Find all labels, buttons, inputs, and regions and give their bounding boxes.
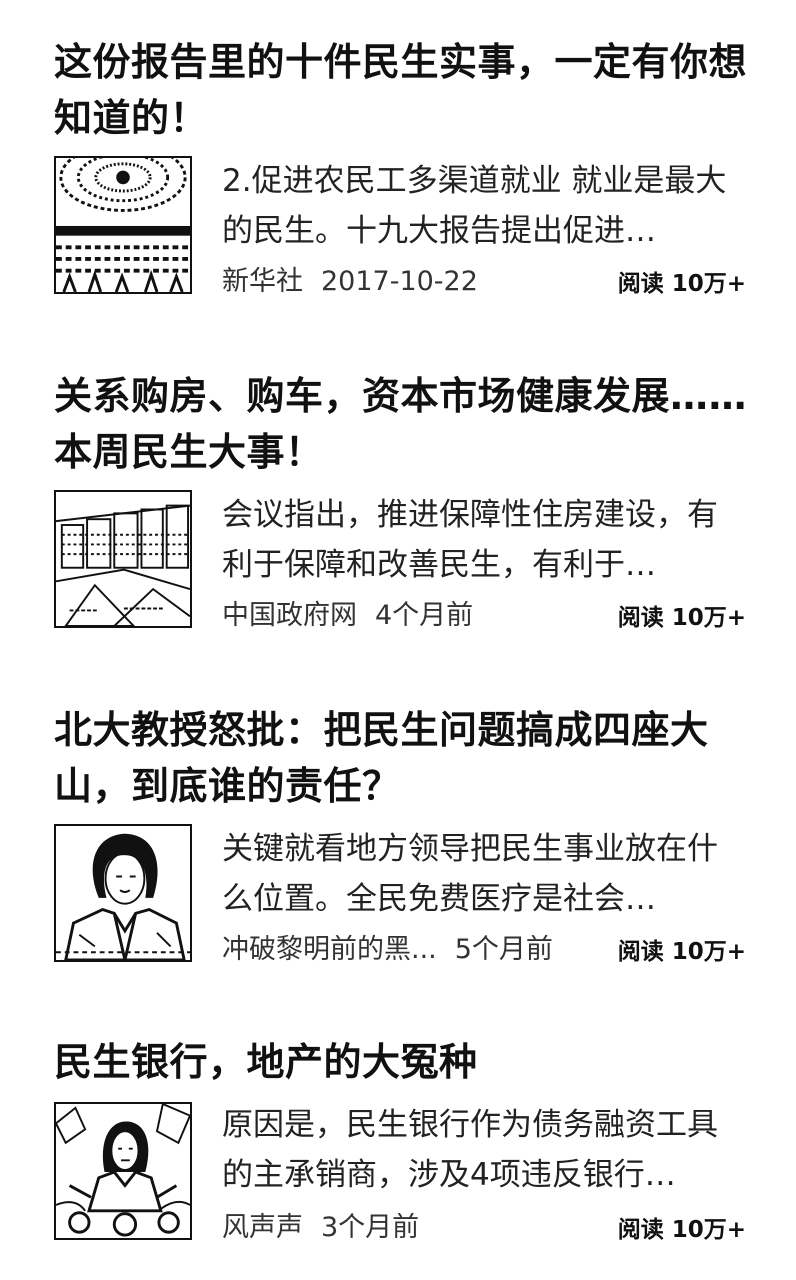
article-date: 3个月前 — [321, 1212, 420, 1243]
article-card[interactable]: 关系购房、购车，资本市场健康发展……本周民生大事！ 会议指出，推进保障性住房建设… — [0, 368, 796, 668]
read-label: 阅读 — [617, 605, 664, 631]
read-count: 阅读 10万+ — [618, 932, 746, 972]
read-number: 10万+ — [671, 271, 746, 297]
article-meta: 中国政府网 4个月前 阅读 10万+ — [222, 596, 746, 636]
article-title[interactable]: 北大教授怒批：把民生问题搞成四座大山，到底谁的责任？ — [54, 702, 754, 814]
article-card[interactable]: 北大教授怒批：把民生问题搞成四座大山，到底谁的责任？ 关键就看地方领导把民生事业… — [0, 702, 796, 1002]
article-source: 新华社 — [222, 266, 303, 297]
article-card[interactable]: 民生银行，地产的大冤种 原因是，民生银行作为债务融资工具的主承销商，涉及4项违反… — [0, 1034, 796, 1280]
read-count: 阅读 10万+ — [618, 1210, 746, 1250]
article-meta: 风声声 3个月前 阅读 10万+ — [222, 1208, 746, 1248]
article-feed: 这份报告里的十件民生实事，一定有你想知道的！ 2.促进农民工多渠道就业 就业是最… — [0, 0, 796, 1280]
read-label: 阅读 — [617, 271, 664, 297]
article-title[interactable]: 关系购房、购车，资本市场健康发展……本周民生大事！ — [54, 368, 754, 480]
read-label: 阅读 — [617, 1217, 664, 1243]
figure-painting-image[interactable] — [54, 1102, 192, 1240]
professor-portrait-image[interactable] — [54, 824, 192, 962]
article-summary: 会议指出，推进保障性住房建设，有利于保障和改善民生，有利于… — [222, 497, 718, 583]
housing-buildings-image[interactable] — [54, 490, 192, 628]
article-meta: 新华社 2017-10-22 阅读 10万+ — [222, 262, 746, 302]
article-summary: 原因是，民生银行作为债务融资工具的主承销商，涉及4项违反银行… — [222, 1107, 718, 1193]
article-source: 中国政府网 — [222, 600, 357, 631]
article-meta: 冲破黎明前的黑... 5个月前 阅读 10万+ — [222, 930, 746, 970]
article-summary: 关键就看地方领导把民生事业放在什么位置。全民免费医疗是社会… — [222, 831, 718, 917]
article-date: 4个月前 — [375, 600, 474, 631]
article-summary: 2.促进农民工多渠道就业 就业是最大的民生。十九大报告提出促进… — [222, 163, 727, 249]
read-label: 阅读 — [617, 939, 664, 965]
read-count: 阅读 10万+ — [618, 598, 746, 638]
read-count: 阅读 10万+ — [618, 264, 746, 304]
read-number: 10万+ — [671, 1217, 746, 1243]
article-source: 冲破黎明前的黑... — [222, 934, 437, 965]
article-source: 风声声 — [222, 1212, 303, 1243]
read-number: 10万+ — [671, 939, 746, 965]
assembly-hall-image[interactable] — [54, 156, 192, 294]
article-date: 5个月前 — [454, 934, 553, 965]
article-date: 2017-10-22 — [321, 266, 478, 297]
read-number: 10万+ — [671, 605, 746, 631]
article-title[interactable]: 这份报告里的十件民生实事，一定有你想知道的！ — [54, 34, 754, 146]
article-card[interactable]: 这份报告里的十件民生实事，一定有你想知道的！ 2.促进农民工多渠道就业 就业是最… — [0, 34, 796, 334]
article-title[interactable]: 民生银行，地产的大冤种 — [54, 1034, 754, 1090]
